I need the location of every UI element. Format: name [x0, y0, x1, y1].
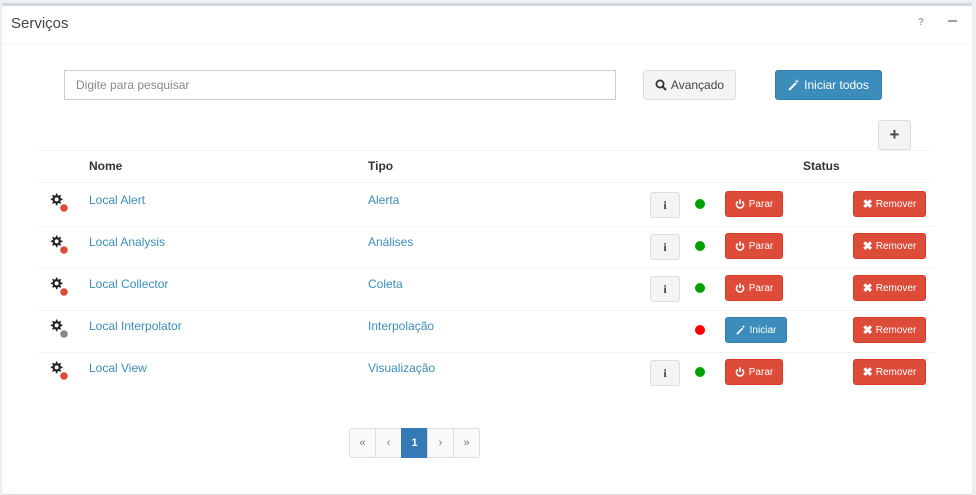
status-indicator	[695, 367, 705, 377]
service-gear-icon	[50, 319, 68, 338]
power-icon	[735, 283, 745, 293]
power-icon	[735, 241, 745, 251]
start-button[interactable]: Iniciar	[725, 317, 787, 343]
close-icon: ✖	[862, 197, 873, 211]
service-type-link[interactable]: Visualização	[368, 361, 435, 375]
stop-label: Parar	[748, 198, 774, 210]
remove-label: Remover	[875, 198, 917, 210]
advanced-search-label: Avançado	[670, 78, 725, 92]
stop-button[interactable]: Parar	[725, 275, 783, 301]
remove-button[interactable]: ✖ Remover	[853, 233, 926, 259]
magic-wand-icon	[735, 325, 746, 335]
column-header-status: Status	[803, 159, 840, 173]
power-icon	[735, 367, 745, 377]
column-header-name: Nome	[89, 159, 123, 173]
add-service-button[interactable]: +	[878, 120, 911, 150]
start-all-button[interactable]: Iniciar todos	[775, 70, 882, 100]
info-button[interactable]: i	[650, 234, 680, 260]
stop-label: Parar	[748, 282, 774, 294]
status-indicator	[695, 199, 705, 209]
stop-label: Parar	[748, 366, 774, 378]
service-name-link[interactable]: Local View	[89, 361, 147, 375]
status-indicator	[695, 283, 705, 293]
column-header-type: Tipo	[368, 159, 394, 173]
first-page-button[interactable]: «	[349, 428, 376, 458]
remove-button[interactable]: ✖ Remover	[853, 275, 926, 301]
next-page-button[interactable]: ›	[427, 428, 454, 458]
close-icon: ✖	[862, 323, 873, 337]
status-indicator	[695, 241, 705, 251]
service-gear-icon	[50, 193, 68, 212]
last-page-button[interactable]: »	[453, 428, 480, 458]
close-icon: ✖	[862, 365, 873, 379]
table-row: Local Interpolator Interpolação Iniciar ✖ Re…	[38, 310, 935, 352]
service-type-link[interactable]: Interpolação	[368, 319, 434, 333]
remove-label: Remover	[875, 240, 917, 252]
stop-button[interactable]: Parar	[725, 233, 783, 259]
info-button[interactable]: i	[650, 276, 680, 302]
stop-button[interactable]: Parar	[725, 191, 783, 217]
remove-label: Remover	[875, 324, 917, 336]
divider	[38, 150, 935, 151]
info-button[interactable]: i	[650, 192, 680, 218]
service-gear-icon	[50, 277, 68, 296]
panel-title: Serviços	[11, 15, 69, 32]
close-icon: ✖	[862, 281, 873, 295]
remove-button[interactable]: ✖ Remover	[853, 317, 926, 343]
service-type-link[interactable]: Análises	[368, 235, 413, 249]
stop-button[interactable]: Parar	[725, 359, 783, 385]
table-row: Local View Visualização i Parar ✖ Remover	[38, 352, 935, 394]
service-name-link[interactable]: Local Analysis	[89, 235, 165, 249]
table-row: Local Collector Coleta i Parar ✖ Remover	[38, 268, 935, 310]
table-row: Local Analysis Análises i Parar ✖ Remover	[38, 226, 935, 268]
start-label: Iniciar	[749, 324, 777, 336]
pagination: « ‹ 1 › »	[349, 428, 480, 458]
service-type-link[interactable]: Alerta	[368, 193, 399, 207]
table-row: Local Alert Alerta i Parar ✖ Remover	[38, 184, 935, 226]
advanced-search-button[interactable]: Avançado	[643, 70, 736, 100]
start-all-label: Iniciar todos	[804, 78, 869, 92]
page-1-button[interactable]: 1	[401, 428, 428, 458]
service-name-link[interactable]: Local Collector	[89, 277, 168, 291]
magic-wand-icon	[788, 79, 800, 91]
divider	[38, 182, 935, 183]
stop-label: Parar	[748, 240, 774, 252]
search-input[interactable]	[64, 70, 616, 100]
minimize-icon[interactable]	[948, 17, 957, 25]
info-button[interactable]: i	[650, 360, 680, 386]
remove-label: Remover	[875, 282, 917, 294]
remove-button[interactable]: ✖ Remover	[853, 191, 926, 217]
service-name-link[interactable]: Local Interpolator	[89, 319, 182, 333]
remove-label: Remover	[875, 366, 917, 378]
service-name-link[interactable]: Local Alert	[89, 193, 145, 207]
remove-button[interactable]: ✖ Remover	[853, 359, 926, 385]
prev-page-button[interactable]: ‹	[375, 428, 402, 458]
status-indicator	[695, 325, 705, 335]
close-icon: ✖	[862, 239, 873, 253]
service-gear-icon	[50, 235, 68, 254]
panel-header: Serviços ?	[2, 6, 972, 44]
service-type-link[interactable]: Coleta	[368, 277, 403, 291]
service-gear-icon	[50, 361, 68, 380]
power-icon	[735, 199, 745, 209]
help-button[interactable]: ?	[918, 17, 924, 28]
search-icon	[655, 79, 667, 91]
